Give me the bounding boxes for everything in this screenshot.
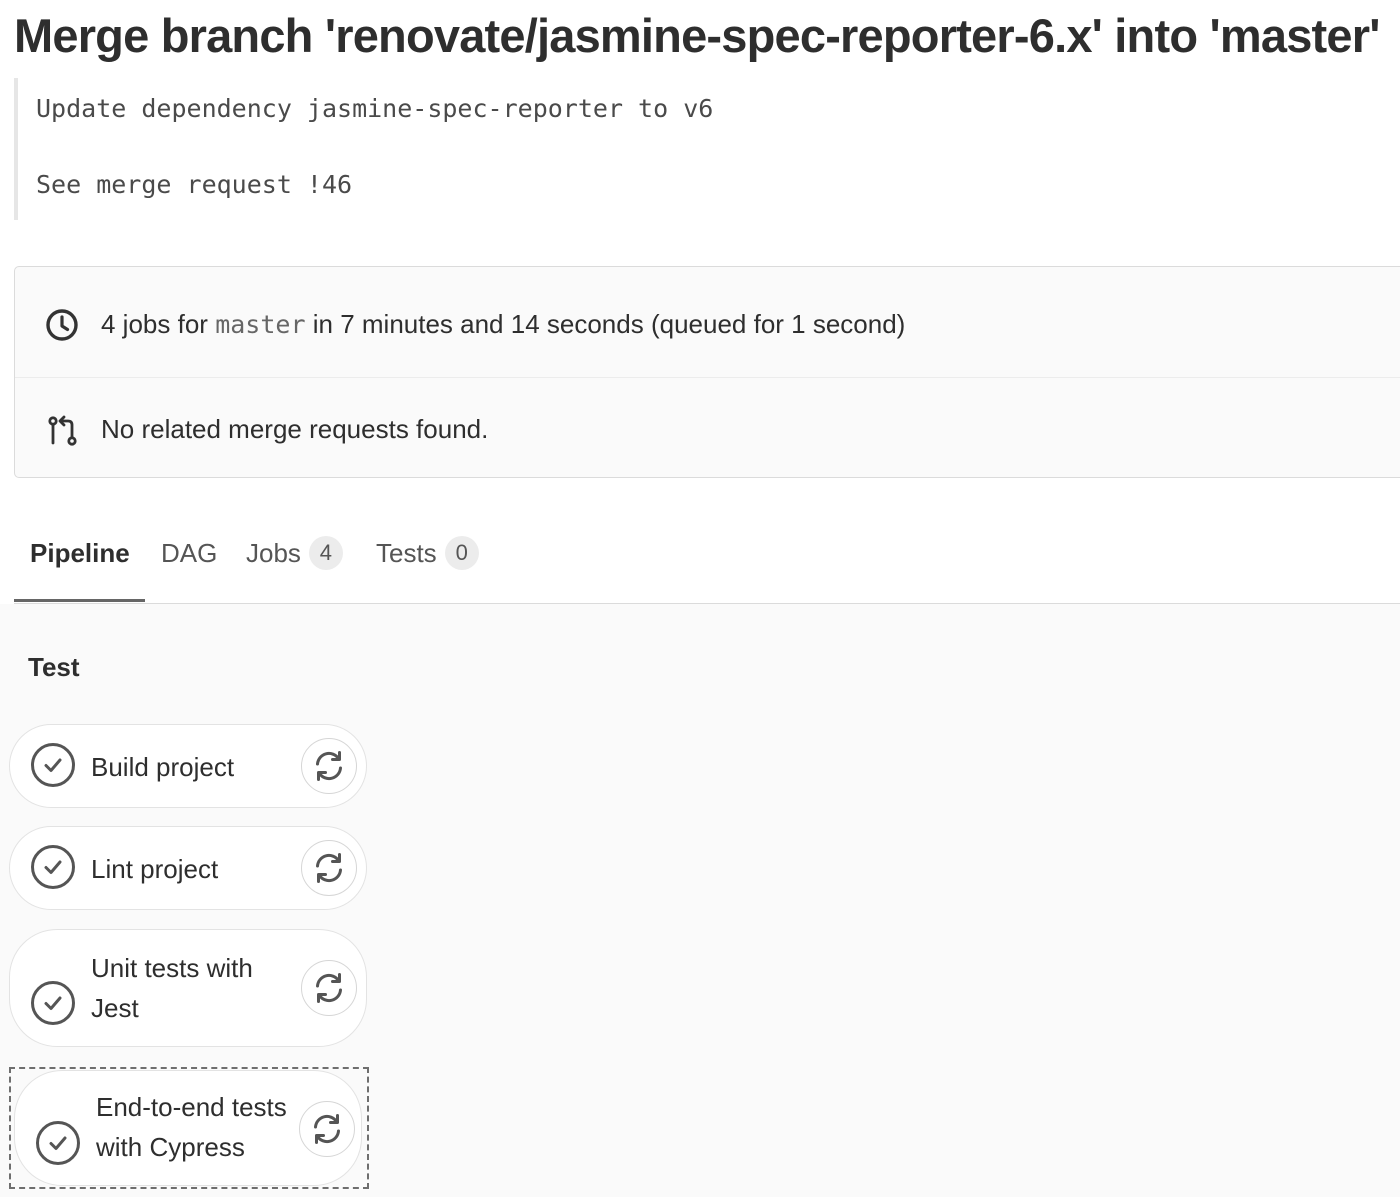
tab-label: Tests (376, 538, 437, 568)
retry-icon (316, 751, 342, 781)
stage-title: Test (28, 652, 80, 682)
page-title: Merge branch 'renovate/jasmine-spec-repo… (14, 9, 1380, 62)
branch-link[interactable]: master (215, 310, 305, 339)
retry-button[interactable] (299, 1101, 355, 1157)
commit-description: Update dependency jasmine-spec-reporter … (14, 78, 918, 220)
retry-icon (314, 1114, 340, 1144)
merge-requests-row: No related merge requests found. (15, 377, 1400, 481)
merge-request-icon (48, 415, 77, 446)
tab-pipeline[interactable]: Pipeline (30, 538, 130, 569)
jobs-count-text: 4 jobs for (101, 309, 208, 339)
job-lint-project[interactable]: Lint project (9, 826, 367, 910)
clock-icon (46, 308, 78, 341)
merge-requests-text: No related merge requests found. (101, 414, 489, 444)
success-status-icon (31, 981, 75, 1025)
tab-label: DAG (161, 538, 218, 568)
tab-jobs[interactable]: Jobs 4 (246, 536, 343, 572)
retry-icon (316, 853, 342, 883)
commit-description-line: Update dependency jasmine-spec-reporter … (36, 94, 714, 123)
job-e2e-tests[interactable]: End-to-end tests with Cypress (14, 1070, 362, 1186)
success-status-icon (31, 743, 75, 787)
commit-description-line: See merge request !46 (36, 170, 353, 199)
job-name: Build project (91, 752, 235, 782)
job-name: Lint project (91, 854, 219, 884)
count-badge: 0 (444, 536, 479, 571)
retry-button[interactable] (301, 840, 357, 896)
retry-button[interactable] (301, 960, 357, 1016)
tab-dag[interactable]: DAG (161, 538, 217, 569)
job-name: End-to-end tests with Cypress (96, 1092, 287, 1162)
retry-button[interactable] (301, 738, 357, 794)
active-tab-indicator (14, 599, 145, 602)
tab-tests[interactable]: Tests 0 (376, 536, 479, 572)
pipeline-duration-row: 4 jobs for master in 7 minutes and 14 se… (15, 273, 1400, 376)
success-status-icon (31, 845, 75, 889)
job-unit-tests[interactable]: Unit tests with Jest (9, 929, 367, 1047)
pipeline-tabs: Pipeline DAG Jobs 4 Tests 0 (14, 510, 1400, 604)
pipeline-info-box: 4 jobs for master in 7 minutes and 14 se… (14, 266, 1400, 478)
job-build-project[interactable]: Build project (9, 724, 367, 808)
retry-icon (316, 973, 342, 1003)
success-status-icon (36, 1121, 80, 1165)
duration-text: in 7 minutes and 14 seconds (queued for … (312, 309, 906, 339)
count-badge: 4 (308, 536, 343, 571)
tab-label: Jobs (246, 538, 301, 568)
job-name: Unit tests with Jest (91, 953, 253, 1023)
pipeline-graph: Test Build project Lint project Unit tes… (0, 604, 1400, 1197)
tab-label: Pipeline (30, 538, 130, 568)
